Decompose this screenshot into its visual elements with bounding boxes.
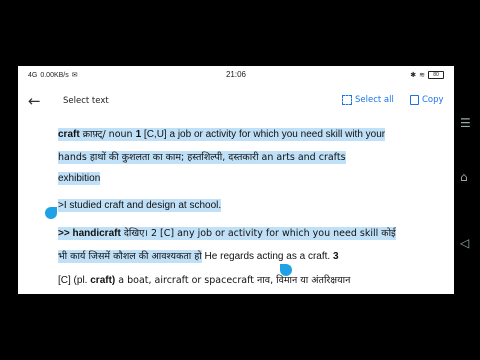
app-bar: ← Select text Select all Copy [18, 86, 454, 116]
headword: craft [58, 129, 80, 140]
home-icon[interactable]: ⌂ [460, 170, 468, 184]
bluetooth-icon: ✱ [410, 72, 417, 79]
wifi-icon: ≋ [419, 72, 425, 79]
copy-label: Copy [422, 95, 444, 105]
example-sentence: >I studied craft and design at school. [58, 199, 222, 212]
page-title: Select text [63, 96, 109, 106]
entry-line-7: [C] (pl. craft) a boat, aircraft or spac… [58, 275, 351, 286]
back-icon[interactable]: ◁ [460, 236, 469, 250]
phone-screen: 4G 0.00KB/s ✉ 21:06 ✱ ≋ 80 ← Select text… [18, 66, 454, 294]
entry-line-5: >> handicraft देखिए। 2 [C] any job or ac… [58, 227, 396, 240]
entry-line-2: hands हाथों की कुशलता का काम; हस्तशिल्पी… [58, 151, 346, 164]
navigation-bar: ☰ ⌂ ◁ [455, 66, 480, 294]
select-all-button[interactable]: Select all [342, 95, 394, 105]
entry-line-3: exhibition [58, 172, 101, 185]
entry-line-1: craft क्राफ़्ट्/ noun 1 [C,U] a job or a… [58, 128, 386, 141]
select-all-icon [342, 95, 352, 105]
copy-icon [410, 95, 419, 105]
entry-line-6: भी कार्य जिसमें कौशल की आवश्यकता हो He r… [58, 250, 339, 263]
selection-end-handle[interactable] [280, 264, 292, 276]
selection-start-handle[interactable] [45, 207, 57, 219]
back-arrow-icon[interactable]: ← [28, 92, 41, 110]
copy-button[interactable]: Copy [410, 95, 444, 105]
menu-icon[interactable]: ☰ [460, 116, 471, 130]
status-bar: 4G 0.00KB/s ✉ 21:06 ✱ ≋ 80 [18, 66, 454, 84]
select-all-label: Select all [355, 95, 394, 105]
battery-icon: 80 [428, 71, 444, 79]
clock: 21:06 [225, 70, 247, 79]
